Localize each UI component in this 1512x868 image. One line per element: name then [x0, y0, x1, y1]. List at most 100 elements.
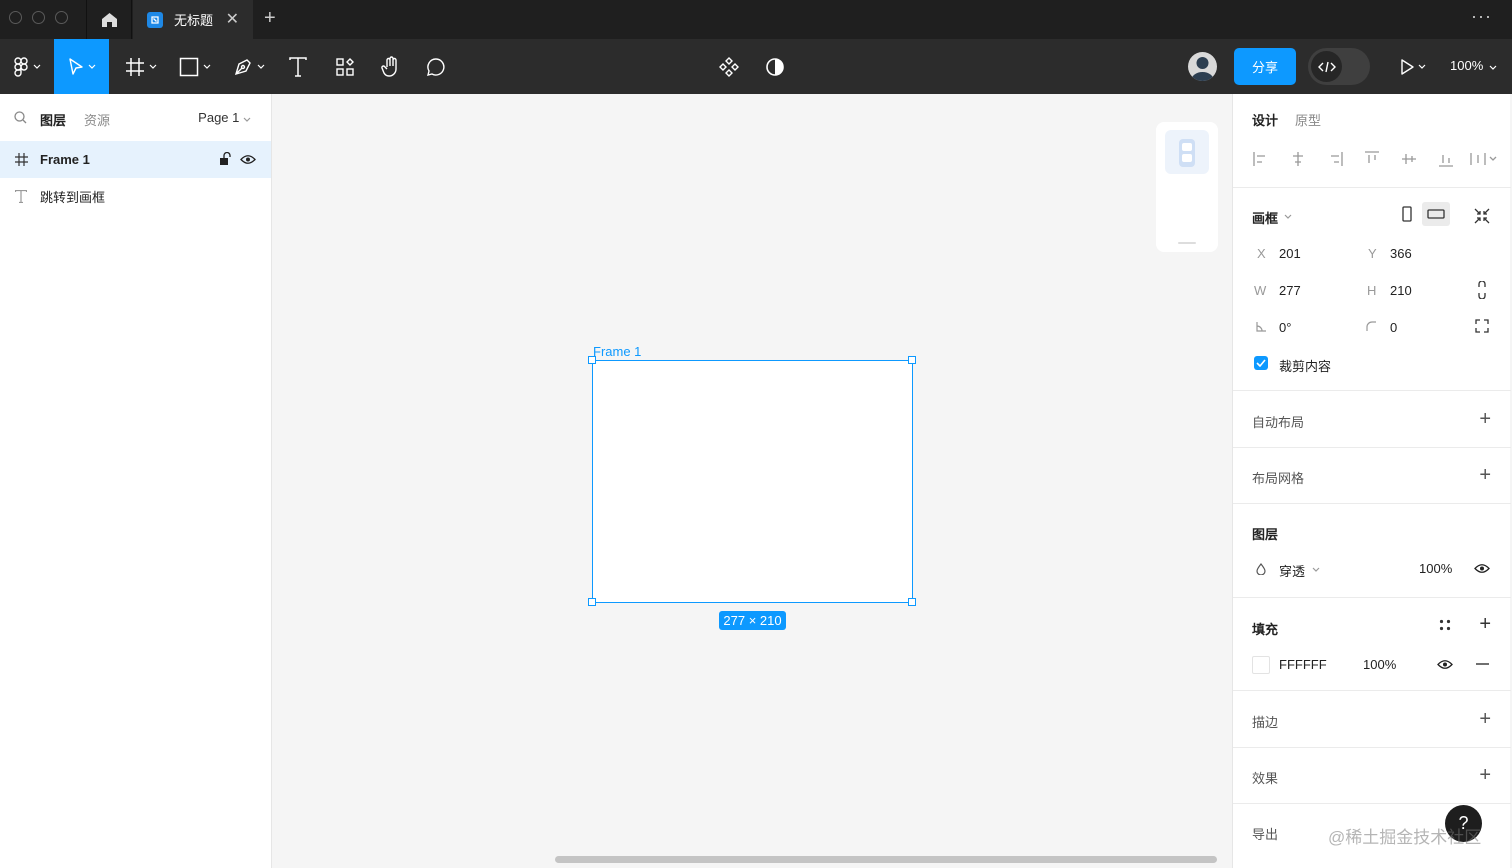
resize-handle-bottom-right[interactable] — [908, 598, 916, 606]
code-icon — [1311, 51, 1342, 82]
component-icon — [719, 56, 739, 77]
align-left-icon[interactable] — [1253, 151, 1269, 167]
tab-prototype[interactable]: 原型 — [1295, 110, 1321, 129]
chevron-down-icon — [33, 64, 41, 69]
blend-mode-select[interactable]: 穿透 — [1279, 561, 1305, 580]
comment-tool[interactable] — [418, 39, 454, 94]
add-layout-grid-icon[interactable]: + — [1479, 465, 1491, 485]
check-icon — [1256, 359, 1266, 367]
x-input[interactable]: 201 — [1279, 246, 1301, 261]
pen-tool[interactable] — [226, 39, 272, 94]
fit-collapse-icon[interactable] — [1474, 208, 1490, 224]
frame-1[interactable] — [592, 360, 913, 603]
add-auto-layout-icon[interactable]: + — [1479, 409, 1491, 429]
components-grid-icon — [336, 57, 354, 76]
tab-close-icon[interactable]: ✕ — [226, 9, 239, 29]
landscape-toggle[interactable] — [1422, 202, 1450, 226]
resize-handle-top-left[interactable] — [588, 356, 596, 364]
window-minimize-dot[interactable] — [32, 11, 45, 24]
portrait-icon[interactable] — [1402, 206, 1412, 222]
tab-design[interactable]: 设计 — [1252, 110, 1278, 129]
rotation-icon — [1256, 322, 1266, 332]
chevron-down-icon — [88, 64, 95, 69]
independent-corners-icon[interactable] — [1475, 319, 1489, 333]
eye-icon[interactable] — [1437, 659, 1453, 670]
window-close-dot[interactable] — [9, 11, 22, 24]
layer-section: 图层 穿透 100% — [1233, 504, 1511, 598]
chevron-down-icon[interactable] — [1489, 65, 1497, 70]
landscape-icon — [1427, 209, 1445, 219]
style-grid-icon[interactable] — [1439, 619, 1451, 631]
effects-section: 效果 + — [1233, 748, 1511, 804]
frame-section-title[interactable]: 画框 — [1252, 208, 1278, 227]
chevron-down-icon[interactable] — [1312, 567, 1320, 572]
w-input[interactable]: 277 — [1279, 283, 1301, 298]
more-icon[interactable]: ··· — [1471, 6, 1492, 27]
distribute-icon[interactable] — [1470, 151, 1498, 167]
layer-opacity-input[interactable]: 100% — [1419, 561, 1452, 576]
align-right-icon[interactable] — [1327, 151, 1343, 167]
page-name: Page 1 — [198, 110, 240, 125]
layer-section-title: 图层 — [1252, 527, 1279, 542]
present-button[interactable] — [1392, 39, 1434, 94]
align-center-v-icon[interactable] — [1401, 151, 1417, 167]
new-tab-icon[interactable]: + — [264, 7, 276, 30]
eye-icon[interactable] — [240, 154, 256, 165]
eye-icon[interactable] — [1474, 563, 1490, 574]
align-center-h-icon[interactable] — [1290, 151, 1306, 167]
remove-fill-icon[interactable] — [1476, 663, 1489, 665]
move-tool[interactable] — [54, 39, 109, 94]
frame-icon — [15, 153, 28, 166]
y-input[interactable]: 366 — [1390, 246, 1412, 261]
share-button[interactable]: 分享 — [1234, 48, 1296, 85]
clip-content-checkbox[interactable] — [1254, 356, 1268, 370]
phone-icon — [1179, 139, 1195, 167]
add-fill-icon[interactable]: + — [1479, 614, 1491, 634]
component-button[interactable] — [710, 39, 748, 94]
frame-tool[interactable] — [118, 39, 164, 94]
resources-tool[interactable] — [326, 39, 364, 94]
corner-radius-input[interactable]: 0 — [1390, 320, 1397, 335]
resize-handle-bottom-left[interactable] — [588, 598, 596, 606]
home-button[interactable] — [86, 0, 132, 39]
dev-mode-toggle[interactable] — [1308, 48, 1370, 85]
tab-layers[interactable]: 图层 — [40, 110, 66, 129]
align-top-icon[interactable] — [1364, 151, 1380, 167]
shape-tool[interactable] — [172, 39, 218, 94]
theme-toggle[interactable] — [756, 39, 794, 94]
align-bottom-icon[interactable] — [1438, 151, 1454, 167]
avatar[interactable] — [1188, 52, 1217, 81]
layout-grid-section: 布局网格 + — [1233, 448, 1511, 504]
chevron-down-icon[interactable] — [1284, 214, 1292, 219]
frame-properties: 画框 X 201 Y 366 W 277 H 210 0° 0 裁剪内容 — [1233, 188, 1511, 391]
tab-assets[interactable]: 资源 — [84, 110, 110, 129]
layer-row-frame[interactable]: Frame 1 — [0, 141, 271, 178]
add-stroke-icon[interactable]: + — [1479, 709, 1491, 729]
resize-handle-top-right[interactable] — [908, 356, 916, 364]
constrain-proportions-icon[interactable] — [1477, 281, 1487, 299]
search-icon[interactable] — [14, 111, 27, 124]
unlock-icon[interactable] — [219, 152, 231, 166]
h-input[interactable]: 210 — [1390, 283, 1412, 298]
zoom-level[interactable]: 100% — [1450, 58, 1483, 73]
canvas[interactable]: Frame 1 277 × 210 — [272, 94, 1232, 868]
horizontal-scrollbar[interactable] — [555, 856, 1217, 863]
auto-layout-label: 自动布局 — [1252, 415, 1305, 430]
text-icon — [289, 56, 307, 77]
page-selector[interactable]: Page 1 — [198, 110, 251, 125]
fill-color-swatch[interactable] — [1252, 656, 1270, 674]
frame-label[interactable]: Frame 1 — [593, 344, 641, 359]
fill-opacity-input[interactable]: 100% — [1363, 657, 1396, 672]
hand-tool[interactable] — [372, 39, 410, 94]
fill-hex-input[interactable]: FFFFFF — [1279, 657, 1327, 672]
clip-content-label[interactable]: 裁剪内容 — [1279, 356, 1331, 375]
rotation-input[interactable]: 0° — [1279, 320, 1291, 335]
layer-name: Frame 1 — [40, 152, 90, 167]
window-maximize-dot[interactable] — [55, 11, 68, 24]
minimap[interactable] — [1156, 122, 1218, 252]
text-tool[interactable] — [280, 39, 316, 94]
add-effect-icon[interactable]: + — [1479, 765, 1491, 785]
layer-row-text[interactable]: 跳转到画框 — [0, 178, 271, 215]
tab-untitled[interactable]: 无标题 ✕ — [133, 0, 253, 39]
main-menu-button[interactable] — [0, 39, 54, 94]
